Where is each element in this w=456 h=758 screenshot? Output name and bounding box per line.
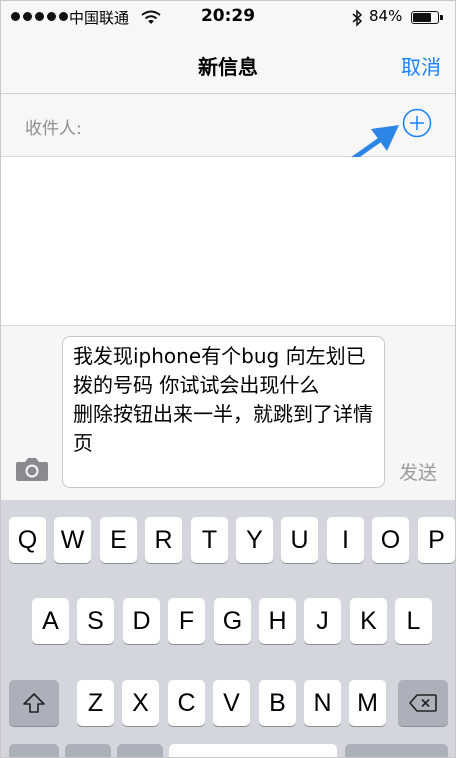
bluetooth-icon [352, 9, 363, 27]
key-e[interactable]: E [100, 517, 137, 563]
keyboard: QWERTYUIOP ASDFGHJKL ZXCVBNM [1, 500, 455, 757]
key-c[interactable]: C [168, 680, 205, 726]
key-k[interactable]: K [350, 598, 387, 644]
battery-fill [413, 13, 431, 22]
shift-key[interactable] [9, 680, 59, 726]
key-s[interactable]: S [77, 598, 114, 644]
dictation-key[interactable] [117, 744, 163, 757]
camera-icon[interactable] [14, 455, 50, 483]
key-o[interactable]: O [372, 517, 409, 563]
battery-icon [411, 11, 443, 24]
key-w[interactable]: W [54, 517, 91, 563]
shift-icon [23, 693, 45, 713]
space-key[interactable] [169, 744, 337, 757]
key-t[interactable]: T [191, 517, 228, 563]
key-x[interactable]: X [122, 680, 159, 726]
key-q[interactable]: Q [9, 517, 46, 563]
key-h[interactable]: H [259, 598, 296, 644]
key-b[interactable]: B [259, 680, 296, 726]
key-a[interactable]: A [32, 598, 69, 644]
key-j[interactable]: J [304, 598, 341, 644]
key-l[interactable]: L [395, 598, 432, 644]
navigation-bar: 新信息 取消 [1, 35, 455, 94]
numbers-key[interactable] [9, 744, 59, 757]
key-m[interactable]: M [349, 680, 386, 726]
message-thread [1, 157, 455, 325]
page-title: 新信息 [198, 55, 258, 79]
key-d[interactable]: D [123, 598, 160, 644]
battery-percentage: 84% [369, 7, 403, 25]
compose-bar: 我发现iphone有个bug 向左划已拨的号码 你试试会出现什么 删除按钮出来一… [1, 325, 455, 501]
cancel-button[interactable]: 取消 [401, 51, 441, 80]
key-g[interactable]: G [214, 598, 251, 644]
phone-screen: 中国联通 20:29 84% 新信息 取消 收件人: 我发现iphone有个bu… [0, 0, 456, 758]
backspace-key[interactable] [398, 680, 448, 726]
key-r[interactable]: R [145, 517, 182, 563]
key-n[interactable]: N [304, 680, 341, 726]
send-button[interactable]: 发送 [399, 458, 437, 485]
backspace-icon [409, 694, 437, 712]
key-f[interactable]: F [168, 598, 205, 644]
return-key[interactable] [345, 744, 448, 757]
globe-key[interactable] [65, 744, 111, 757]
key-u[interactable]: U [281, 517, 318, 563]
key-y[interactable]: Y [236, 517, 273, 563]
recipient-label: 收件人: [25, 119, 82, 139]
key-z[interactable]: Z [77, 680, 114, 726]
key-p[interactable]: P [418, 517, 455, 563]
status-bar: 中国联通 20:29 84% [1, 1, 455, 35]
key-v[interactable]: V [213, 680, 250, 726]
key-i[interactable]: I [327, 517, 364, 563]
message-input[interactable]: 我发现iphone有个bug 向左划已拨的号码 你试试会出现什么 删除按钮出来一… [62, 336, 385, 488]
